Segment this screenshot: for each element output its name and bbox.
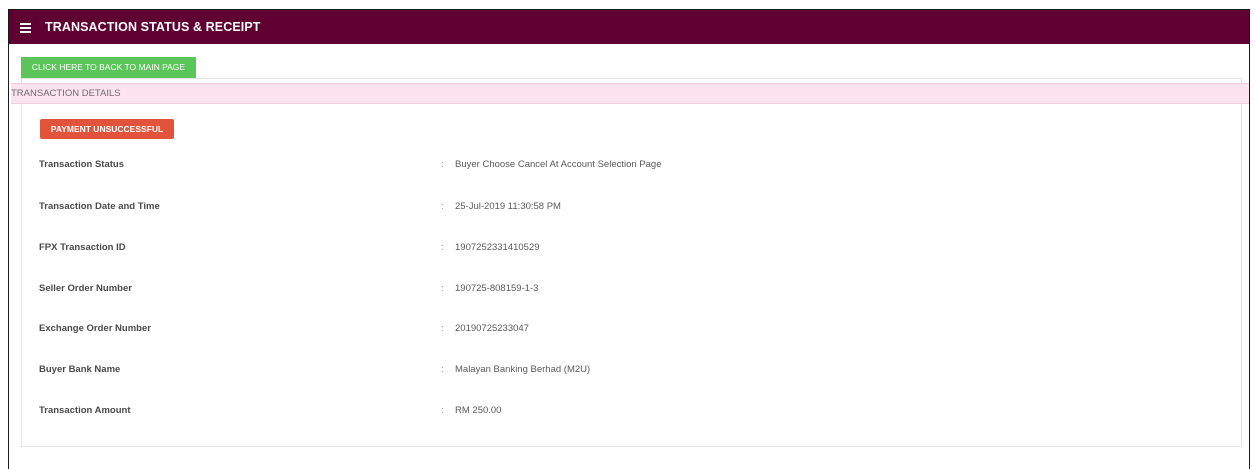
detail-value: Buyer Choose Cancel At Account Selection… — [455, 159, 662, 170]
detail-row-transaction-amount: Transaction Amount : RM 250.00 — [39, 403, 1219, 419]
back-to-main-page-button[interactable]: CLICK HERE TO BACK TO MAIN PAGE — [21, 57, 196, 78]
detail-row-transaction-date-time: Transaction Date and Time : 25-Jul-2019 … — [39, 199, 1219, 215]
receipt-window: TRANSACTION STATUS & RECEIPT CLICK HERE … — [8, 9, 1250, 469]
detail-value: 25-Jul-2019 11:30:58 PM — [455, 201, 561, 212]
transaction-details-panel — [21, 78, 1242, 447]
detail-separator: : — [441, 201, 444, 212]
detail-separator: : — [441, 242, 444, 253]
detail-row-seller-order-number: Seller Order Number : 190725-808159-1-3 — [39, 281, 1219, 297]
transaction-details-heading: TRANSACTION DETAILS — [11, 83, 1249, 104]
detail-value: 1907252331410529 — [455, 242, 540, 253]
detail-separator: : — [441, 159, 444, 170]
detail-separator: : — [441, 323, 444, 334]
detail-separator: : — [441, 364, 444, 375]
detail-value: RM 250.00 — [455, 405, 502, 416]
detail-label: Exchange Order Number — [39, 323, 151, 334]
payment-status-badge: PAYMENT UNSUCCESSFUL — [40, 119, 174, 139]
detail-row-fpx-transaction-id: FPX Transaction ID : 1907252331410529 — [39, 240, 1219, 256]
detail-label: Transaction Status — [39, 159, 124, 170]
hamburger-menu-icon[interactable] — [20, 22, 31, 33]
detail-label: FPX Transaction ID — [39, 242, 126, 253]
detail-row-buyer-bank-name: Buyer Bank Name : Malayan Banking Berhad… — [39, 362, 1219, 378]
detail-label: Buyer Bank Name — [39, 364, 121, 375]
detail-value: 20190725233047 — [455, 323, 529, 334]
detail-separator: : — [441, 283, 444, 294]
page-title: TRANSACTION STATUS & RECEIPT — [45, 20, 261, 34]
detail-label: Seller Order Number — [39, 283, 132, 294]
top-bar: TRANSACTION STATUS & RECEIPT — [9, 10, 1249, 44]
detail-row-transaction-status: Transaction Status : Buyer Choose Cancel… — [39, 157, 1219, 173]
detail-value: 190725-808159-1-3 — [455, 283, 539, 294]
detail-value: Malayan Banking Berhad (M2U) — [455, 364, 591, 375]
detail-row-exchange-order-number: Exchange Order Number : 20190725233047 — [39, 321, 1219, 337]
detail-label: Transaction Date and Time — [39, 201, 160, 212]
detail-separator: : — [441, 405, 444, 416]
detail-label: Transaction Amount — [39, 405, 131, 416]
